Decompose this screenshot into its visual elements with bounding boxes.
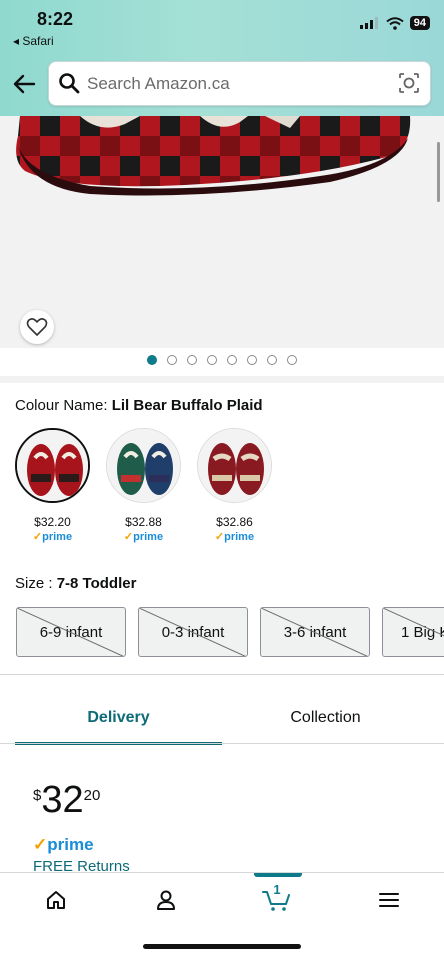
colour-name-row: Colour Name: Lil Bear Buffalo Plaid: [15, 397, 263, 414]
price-fraction: 20: [83, 787, 101, 804]
size-label: Size :: [15, 575, 57, 592]
unavailable-strike: [17, 608, 124, 656]
size-option[interactable]: 0-3 infant: [138, 607, 248, 657]
price-symbol: $: [33, 787, 42, 804]
tab-delivery[interactable]: Delivery: [15, 690, 222, 745]
nav-home[interactable]: [36, 885, 76, 915]
swatch-price: $32.86: [216, 515, 253, 529]
scroll-indicator: [437, 142, 440, 202]
nav-menu[interactable]: [369, 885, 409, 915]
status-time: 8:22: [37, 9, 74, 29]
swatch-image: [15, 428, 90, 503]
signal-icon: [359, 17, 378, 29]
tab-collection[interactable]: Collection: [222, 690, 429, 745]
swatch-image: [106, 428, 181, 503]
size-option[interactable]: 6-9 infant: [16, 607, 126, 657]
prime-badge: ✓prime: [32, 531, 73, 543]
colour-label: Colour Name:: [15, 397, 112, 414]
prime-badge: ✓prime: [33, 835, 94, 854]
swatch-red-fairisle[interactable]: $32.86 ✓prime: [197, 428, 272, 543]
pagination-dot[interactable]: [267, 355, 277, 365]
size-selected: 7-8 Toddler: [56, 575, 137, 592]
nav-cart[interactable]: 1: [257, 882, 297, 915]
search-input[interactable]: [87, 62, 387, 105]
search-icon: [59, 73, 80, 94]
colour-selected: Lil Bear Buffalo Plaid: [111, 397, 263, 414]
price-whole: 32: [41, 779, 84, 821]
unavailable-strike: [383, 608, 444, 637]
hamburger-menu-icon: [379, 893, 399, 907]
home-indicator: [143, 944, 301, 949]
home-icon: [47, 891, 65, 909]
search-bar[interactable]: [48, 61, 431, 106]
size-row: Size : 7-8 Toddler: [15, 575, 136, 592]
unavailable-strike: [139, 608, 246, 656]
nav-account[interactable]: [146, 885, 186, 915]
battery-indicator: 94: [409, 16, 430, 30]
swatch-price: $32.20: [34, 515, 71, 529]
active-tab-indicator: [254, 873, 302, 877]
heart-icon: [26, 318, 48, 336]
divider: [0, 743, 444, 744]
header-bar: 8:22 ◂ Safari 94: [0, 0, 444, 116]
wifi-icon: [386, 16, 404, 30]
divider: [0, 674, 444, 675]
back-button[interactable]: [10, 70, 38, 98]
swatch-green-plaid[interactable]: $32.88 ✓prime: [106, 428, 181, 543]
back-to-safari-link[interactable]: ◂ Safari: [13, 34, 54, 48]
size-options: 6-9 infant 0-3 infant 3-6 infant 1 Big K…: [16, 607, 444, 657]
status-icons: 94: [359, 16, 430, 30]
user-icon: [157, 890, 175, 910]
size-option[interactable]: 3-6 infant: [260, 607, 370, 657]
cart-count: 1: [273, 882, 281, 897]
pagination-dot[interactable]: [287, 355, 297, 365]
swatch-image: [197, 428, 272, 503]
section-separator: [0, 376, 444, 383]
unavailable-strike: [261, 608, 368, 656]
slipper-photo: [16, 116, 411, 196]
product-image[interactable]: [0, 116, 444, 348]
pagination-dot[interactable]: [147, 355, 157, 365]
arrow-left-icon: [13, 74, 36, 94]
wishlist-button[interactable]: [20, 310, 54, 344]
pagination-dot[interactable]: [207, 355, 217, 365]
pagination-dot[interactable]: [167, 355, 177, 365]
swatch-price: $32.88: [125, 515, 162, 529]
prime-badge: ✓prime: [214, 531, 255, 543]
pagination-dot[interactable]: [247, 355, 257, 365]
colour-swatches: $32.20 ✓prime $32.88 ✓prime $32.86 ✓prim…: [15, 428, 272, 543]
prime-badge: ✓prime: [123, 531, 164, 543]
pagination-dot[interactable]: [187, 355, 197, 365]
size-option[interactable]: 1 Big Kid: [382, 607, 444, 657]
image-pagination: [0, 355, 444, 365]
price: $ 32 20: [33, 780, 100, 820]
pagination-dot[interactable]: [227, 355, 237, 365]
fulfillment-tabs: Delivery Collection: [15, 690, 444, 745]
swatch-lil-bear-buffalo-plaid[interactable]: $32.20 ✓prime: [15, 428, 90, 543]
camera-lens-icon[interactable]: [398, 72, 420, 94]
